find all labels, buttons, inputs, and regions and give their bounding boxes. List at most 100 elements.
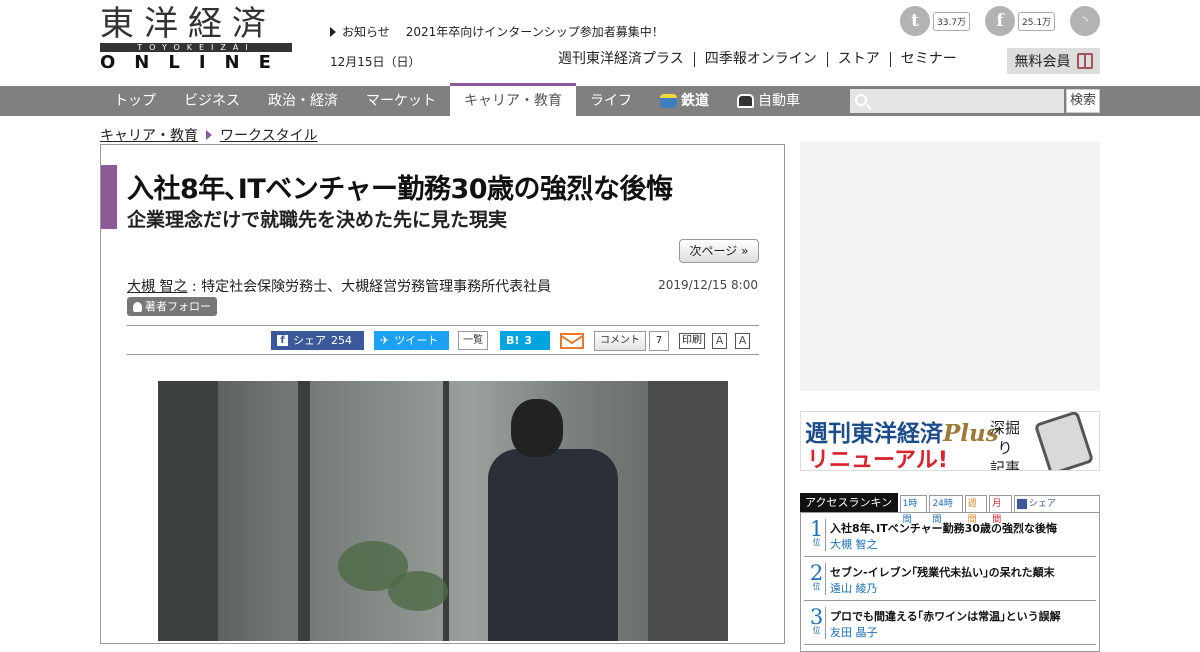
hatena-bookmark-button[interactable]: B! 3 xyxy=(500,331,550,350)
gift-icon xyxy=(1076,53,1093,69)
plus-side-line-2: 記事満載 xyxy=(989,459,1020,471)
rss-icon[interactable]: ◝ xyxy=(1070,6,1100,36)
facebook-icon: f xyxy=(277,335,288,346)
twitter-icon[interactable]: t xyxy=(900,6,930,36)
comment-button[interactable]: コメント xyxy=(594,331,646,351)
ranking-tab-month[interactable]: 月間 xyxy=(989,495,1012,525)
ranking-tab-share[interactable]: シェア xyxy=(1013,495,1100,512)
author-name[interactable]: 大槻 智之 xyxy=(127,279,187,295)
nav-railway[interactable]: 鉄道 xyxy=(646,86,723,116)
twitter-icon: ✈ xyxy=(380,334,390,347)
rank-number: 1位 xyxy=(808,519,826,551)
breadcrumb-subcategory[interactable]: ワークスタイル xyxy=(220,125,318,145)
article-photo xyxy=(158,381,728,641)
logo-romaji: TOYOKEIZAI xyxy=(100,43,292,52)
rss-follow[interactable]: ◝ xyxy=(1070,6,1100,36)
chevron-right-icon xyxy=(206,130,212,140)
print-button[interactable]: 印刷 xyxy=(679,333,705,349)
font-size-large-button[interactable]: A xyxy=(735,333,750,349)
ranking-list: 1位 入社8年､ITベンチャー勤務30歳の強烈な後悔 大槻 智之 2位 セブン-… xyxy=(800,512,1100,652)
search-input[interactable] xyxy=(850,89,1064,113)
article-subtitle: 企業理念だけで就職先を決めた先に見た現実 xyxy=(127,209,508,231)
rank-number: 2位 xyxy=(808,563,826,595)
publish-date: 2019/12/15 8:00 xyxy=(658,278,758,292)
notice-text[interactable]: 2021年卒向けインターンシップ参加者募集中！ xyxy=(406,23,664,40)
link-seminar[interactable]: セミナー xyxy=(889,52,967,67)
author-title: : 特定社会保険労務士、大槻経営労務管理事務所代表社員 xyxy=(187,279,552,295)
comment-count: 7 xyxy=(649,331,669,351)
next-page-button[interactable]: 次ページ » xyxy=(679,239,759,263)
nav-automobile[interactable]: 自動車 xyxy=(723,86,814,116)
breadcrumb-category[interactable]: キャリア・教育 xyxy=(100,125,198,145)
ranking-tab-week[interactable]: 週間 xyxy=(964,495,988,525)
car-icon xyxy=(737,94,754,108)
facebook-icon xyxy=(1016,499,1027,509)
facebook-share-count: 254 xyxy=(331,334,352,347)
rank-title[interactable]: 入社8年､ITベンチャー勤務30歳の強烈な後悔 xyxy=(830,520,1057,536)
list-item[interactable]: 1位 入社8年､ITベンチャー勤務30歳の強烈な後悔 大槻 智之 xyxy=(804,513,1096,557)
weekly-plus-banner[interactable]: 週刊東洋経済Plus リニューアル! 深掘り 記事満載 xyxy=(800,411,1100,471)
search-button[interactable]: 検索 xyxy=(1066,89,1100,113)
facebook-count: 25.1万 xyxy=(1018,11,1056,31)
twitter-count: 33.7万 xyxy=(933,11,971,31)
nav-politics-economy[interactable]: 政治・経済 xyxy=(254,86,352,116)
nav-railway-label: 鉄道 xyxy=(681,93,709,109)
rank-number: 3位 xyxy=(808,607,826,639)
nav-career-education[interactable]: キャリア・教育 xyxy=(450,83,576,116)
facebook-follow[interactable]: f 25.1万 xyxy=(985,6,1056,36)
nav-business[interactable]: ビジネス xyxy=(170,86,254,116)
free-member-button[interactable]: 無料会員 xyxy=(1007,48,1100,74)
link-shikiho[interactable]: 四季報オンライン xyxy=(693,52,827,67)
ranking-tab-24hour[interactable]: 24時間 xyxy=(929,495,963,525)
share-toolbar: f シェア 254 ✈ ツイート 一覧 B! 3 コメント 7 印刷 A A xyxy=(127,325,759,355)
ranking-tab-share-label: シェア xyxy=(1028,499,1056,509)
facebook-share-button[interactable]: f シェア 254 xyxy=(271,331,364,350)
link-store[interactable]: ストア xyxy=(826,52,890,67)
title-accent-bar xyxy=(101,165,117,229)
triangle-right-icon xyxy=(330,26,336,37)
site-header: 東洋経済 TOYOKEIZAI ONLINE お知らせ 2021年卒向けインター… xyxy=(0,0,1200,86)
plus-renewal-text: リニューアル! xyxy=(807,448,948,471)
author-follow-label: 著者フォロー xyxy=(145,300,211,313)
hatena-icon: B! xyxy=(506,334,520,347)
facebook-icon[interactable]: f xyxy=(985,6,1015,36)
rank-author[interactable]: 友田 晶子 xyxy=(830,624,878,640)
ad-slot[interactable] xyxy=(800,141,1100,391)
nav-life[interactable]: ライフ xyxy=(576,86,646,116)
free-member-label: 無料会員 xyxy=(1014,54,1071,70)
author-follow-button[interactable]: 著者フォロー xyxy=(127,297,217,316)
site-logo[interactable]: 東洋経済 TOYOKEIZAI ONLINE xyxy=(100,4,292,73)
train-icon xyxy=(660,94,677,108)
plus-side-line-1: 深掘り xyxy=(989,419,1020,457)
hatena-count: 3 xyxy=(524,334,533,347)
notice-bar[interactable]: お知らせ 2021年卒向けインターンシップ参加者募集中！ xyxy=(330,23,664,40)
breadcrumb: キャリア・教育 ワークスタイル xyxy=(100,125,318,145)
nav-automobile-label: 自動車 xyxy=(758,93,800,109)
facebook-share-label: シェア xyxy=(293,334,326,347)
nav-top[interactable]: トップ xyxy=(100,86,170,116)
font-size-small-button[interactable]: A xyxy=(712,333,727,349)
person-icon xyxy=(133,301,142,312)
twitter-follow[interactable]: t 33.7万 xyxy=(900,6,971,36)
tweet-label: ツイート xyxy=(394,334,439,347)
search-icon xyxy=(855,94,867,106)
rank-author[interactable]: 遠山 綾乃 xyxy=(830,580,878,596)
rank-title[interactable]: セブン-イレブン｢残業代未払い｣の呆れた顛末 xyxy=(830,564,1055,580)
rank-title[interactable]: プロでも間違える｢赤ワインは常温｣という誤解 xyxy=(830,608,1061,624)
tweet-button[interactable]: ✈ ツイート xyxy=(374,331,449,350)
list-item[interactable]: 3位 プロでも間違える｢赤ワインは常温｣という誤解 友田 晶子 xyxy=(804,601,1096,645)
access-ranking: アクセスランキング 1時間 24時間 週間 月間 シェア 1位 入社8年､ITベ… xyxy=(800,493,1100,652)
nav-market[interactable]: マーケット xyxy=(352,86,450,116)
rank-author[interactable]: 大槻 智之 xyxy=(830,536,878,552)
plus-side-text: 深掘り 記事満載 xyxy=(987,418,1023,471)
logo-kanji: 東洋経済 xyxy=(100,4,276,44)
tweet-list-link[interactable]: 一覧 xyxy=(458,331,488,350)
logo-online: ONLINE xyxy=(100,52,290,73)
ranking-label: アクセスランキング xyxy=(800,493,898,528)
list-item[interactable]: 2位 セブン-イレブン｢残業代未払い｣の呆れた顛末 遠山 綾乃 xyxy=(804,557,1096,601)
smartphone-icon xyxy=(1033,412,1095,470)
mail-icon[interactable] xyxy=(560,333,584,349)
link-weekly-plus[interactable]: 週刊東洋経済プラス xyxy=(548,52,694,67)
ranking-tab-1hour[interactable]: 1時間 xyxy=(899,495,928,525)
ranking-tabs: アクセスランキング 1時間 24時間 週間 月間 シェア xyxy=(800,493,1100,528)
